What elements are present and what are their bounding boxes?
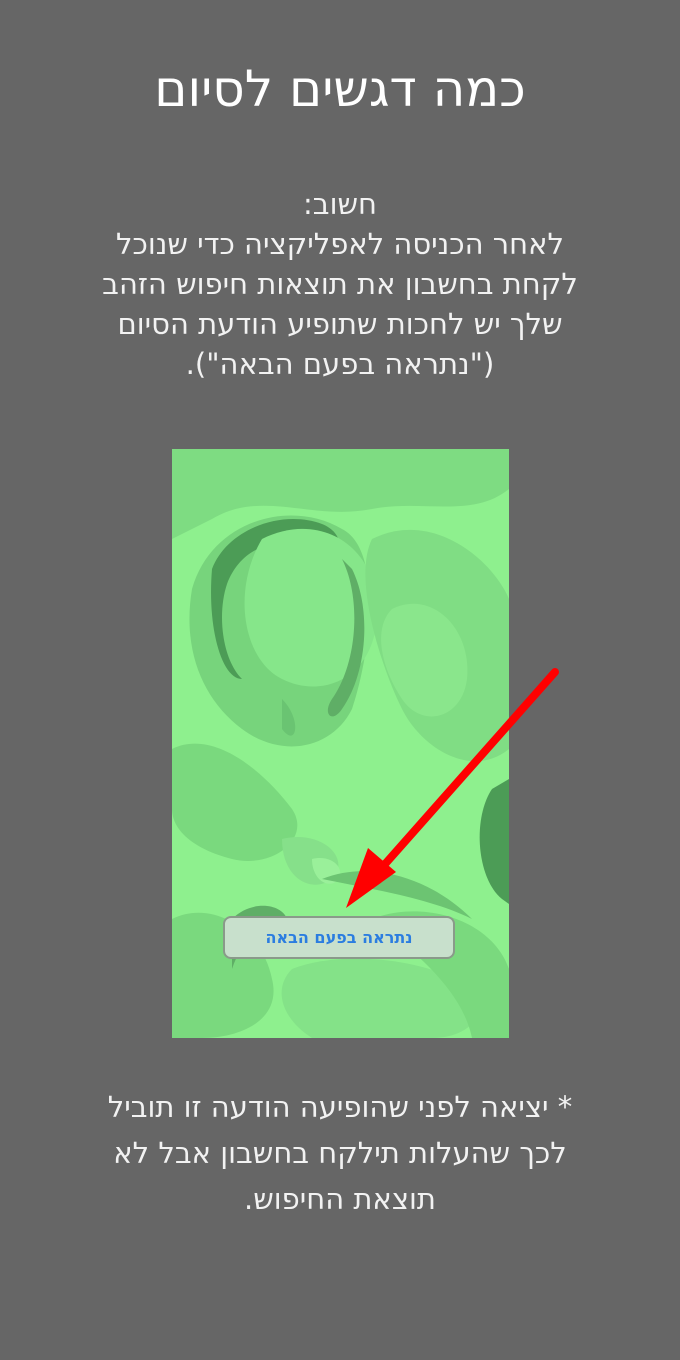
notice-line: לקחת בחשבון את תוצאות חיפוש הזהב xyxy=(102,267,578,301)
footnote-line: * יציאה לפני שהופיעה הודעה זו תוביל xyxy=(107,1090,573,1124)
footnote: * יציאה לפני שהופיעה הודעה זו תוביל לכך … xyxy=(30,1084,650,1222)
notice-heading: חשוב: xyxy=(303,187,377,221)
notice-line: לאחר הכניסה לאפליקציה כדי שנוכל xyxy=(116,227,564,261)
important-notice: חשוב: לאחר הכניסה לאפליקציה כדי שנוכל לק… xyxy=(30,184,650,384)
footnote-line: לכך שהעלות תילקח בחשבון אבל לא xyxy=(113,1136,567,1170)
notice-line: שלך יש לחכות שתופיע הודעת הסיום xyxy=(117,307,563,341)
page-title: כמה דגשים לסיום xyxy=(154,60,526,118)
app-screenshot: נתראה בפעם הבאה xyxy=(172,449,509,1038)
footnote-line: תוצאת החיפוש. xyxy=(244,1182,436,1216)
notice-line: ("נתראה בפעם הבאה"). xyxy=(185,347,495,381)
see-you-next-time-button[interactable]: נתראה בפעם הבאה xyxy=(223,916,455,959)
